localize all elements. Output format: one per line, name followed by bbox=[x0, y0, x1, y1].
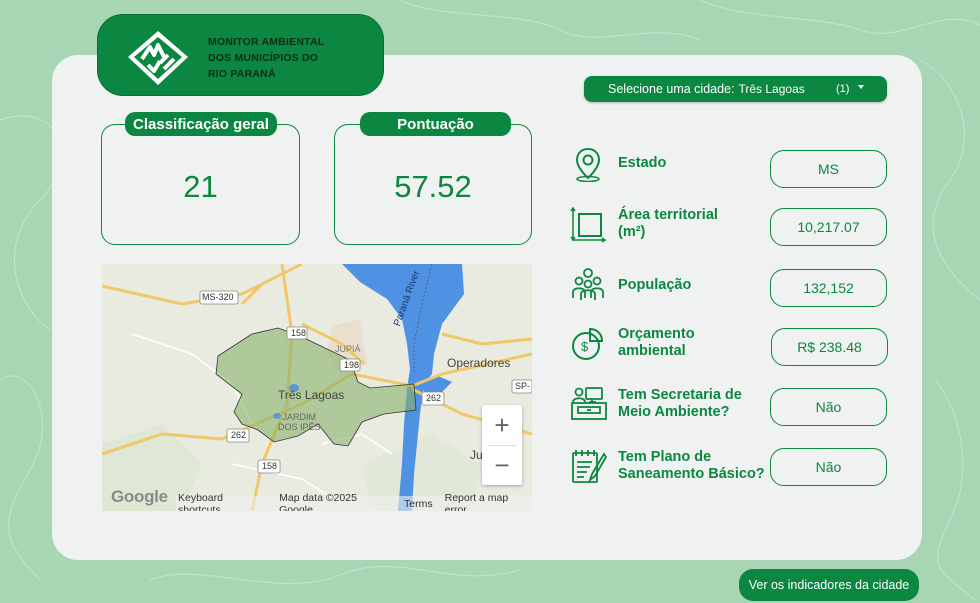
report-error-link[interactable]: Report a map error bbox=[445, 492, 532, 512]
logo-line-2: DOS MUNICÍPIOS DO bbox=[208, 52, 319, 64]
logo-line-1: MONITOR AMBIENTAL bbox=[208, 36, 325, 48]
map-footer: Keyboard shortcuts Map data ©2025 Google… bbox=[176, 492, 532, 511]
ranking-card: 21 bbox=[101, 124, 300, 245]
ranking-title: Classificação geral bbox=[125, 112, 277, 136]
city-select-dropdown[interactable]: Selecione uma cidade: Três Lagoas (1) bbox=[584, 76, 887, 102]
mapa-logo-icon bbox=[128, 31, 188, 85]
area-label: Área territorial (m²) bbox=[618, 207, 718, 241]
zoom-out-button[interactable]: − bbox=[482, 445, 522, 485]
map-data-text: Map data ©2025 Google bbox=[279, 491, 357, 512]
area-value: 10,217.07 bbox=[770, 208, 887, 246]
logo-text: MONITOR AMBIENTAL DOS MUNICÍPIOS DO RIO … bbox=[208, 34, 324, 82]
budget-icon: $ bbox=[572, 327, 604, 360]
estado-value: MS bbox=[770, 150, 887, 188]
saneamento-value: Não bbox=[770, 448, 887, 486]
secretaria-label-line-2: Meio Ambiente? bbox=[618, 404, 730, 420]
orcamento-label: Orçamento ambiental bbox=[618, 326, 695, 360]
district-jardim: JARDIM DOS IPÊS bbox=[278, 412, 321, 432]
area-label-line-1: Área territorial bbox=[618, 207, 718, 223]
logo-banner: MONITOR AMBIENTAL DOS MUNICÍPIOS DO RIO … bbox=[97, 14, 384, 96]
district-jardim-line-2: DOS IPÊS bbox=[278, 422, 321, 432]
ranking-value: 21 bbox=[183, 169, 218, 204]
view-city-indicators-button[interactable]: Ver os indicadores da cidade bbox=[739, 569, 919, 601]
estado-label: Estado bbox=[618, 155, 667, 171]
indicator-orcamento: $ Orçamento ambiental R$ 238.48 bbox=[570, 326, 890, 370]
google-logo[interactable]: Google bbox=[111, 487, 168, 507]
secretaria-label-line-1: Tem Secretaria de bbox=[618, 387, 742, 403]
populacao-value: 132,152 bbox=[770, 269, 887, 307]
orcamento-value: R$ 238.48 bbox=[771, 328, 888, 366]
saneamento-label: Tem Plano de Saneamento Básico? bbox=[618, 449, 765, 483]
score-card: 57.52 bbox=[334, 124, 532, 245]
score-title: Pontuação bbox=[360, 112, 511, 136]
indicator-secretaria: Tem Secretaria de Meio Ambiente? Não bbox=[570, 386, 890, 430]
city-label: Três Lagoas bbox=[278, 388, 345, 402]
orcamento-label-line-2: ambiental bbox=[618, 343, 686, 359]
zoom-in-button[interactable]: + bbox=[482, 405, 522, 445]
secretaria-value: Não bbox=[770, 388, 887, 426]
place-ju: Ju bbox=[470, 448, 483, 462]
office-desk-icon bbox=[571, 387, 607, 420]
population-icon bbox=[572, 268, 604, 300]
document-pen-icon bbox=[572, 450, 608, 483]
road-262-east: 262 bbox=[426, 393, 442, 403]
road-158-south: 158 bbox=[262, 461, 278, 471]
logo-line-3: RIO PARANÁ bbox=[208, 68, 276, 80]
city-select-count: (1) bbox=[836, 83, 850, 95]
indicator-estado: Estado MS bbox=[570, 146, 890, 188]
svg-text:$: $ bbox=[581, 339, 589, 354]
area-icon bbox=[570, 206, 607, 243]
indicator-saneamento: Tem Plano de Saneamento Básico? Não bbox=[570, 448, 890, 492]
keyboard-shortcuts-link[interactable]: Keyboard shortcuts bbox=[178, 492, 267, 512]
secretaria-label: Tem Secretaria de Meio Ambiente? bbox=[618, 387, 742, 421]
road-sp: SP- bbox=[515, 381, 531, 391]
score-value: 57.52 bbox=[394, 169, 472, 204]
city-select-value: Três Lagoas bbox=[738, 82, 805, 96]
indicator-area: Área territorial (m²) 10,217.07 bbox=[570, 205, 890, 249]
district-jupia: JUPIÁ bbox=[335, 344, 361, 354]
city-select-label: Selecione uma cidade: bbox=[608, 82, 735, 96]
area-label-line-2: (m²) bbox=[618, 224, 646, 240]
road-158-north: 158 bbox=[291, 328, 307, 338]
saneamento-label-line-1: Tem Plano de bbox=[618, 449, 712, 465]
orcamento-label-line-1: Orçamento bbox=[618, 326, 695, 342]
location-pin-icon bbox=[575, 147, 601, 182]
road-ms320: MS-320 bbox=[202, 292, 234, 302]
place-operadores: Operadores bbox=[447, 356, 511, 370]
city-map[interactable]: MS-320 158 198 262 262 158 SP- JUPIÁ Trê… bbox=[102, 264, 532, 511]
caret-down-icon[interactable] bbox=[858, 85, 864, 89]
terms-link[interactable]: Terms bbox=[404, 498, 433, 510]
indicator-populacao: População 132,152 bbox=[570, 266, 890, 308]
zoom-controls: + − bbox=[482, 405, 522, 485]
populacao-label: População bbox=[618, 277, 692, 293]
saneamento-label-line-2: Saneamento Básico? bbox=[618, 466, 765, 482]
district-jardim-line-1: JARDIM bbox=[282, 412, 317, 422]
road-198: 198 bbox=[344, 360, 360, 370]
road-262-west: 262 bbox=[231, 430, 247, 440]
